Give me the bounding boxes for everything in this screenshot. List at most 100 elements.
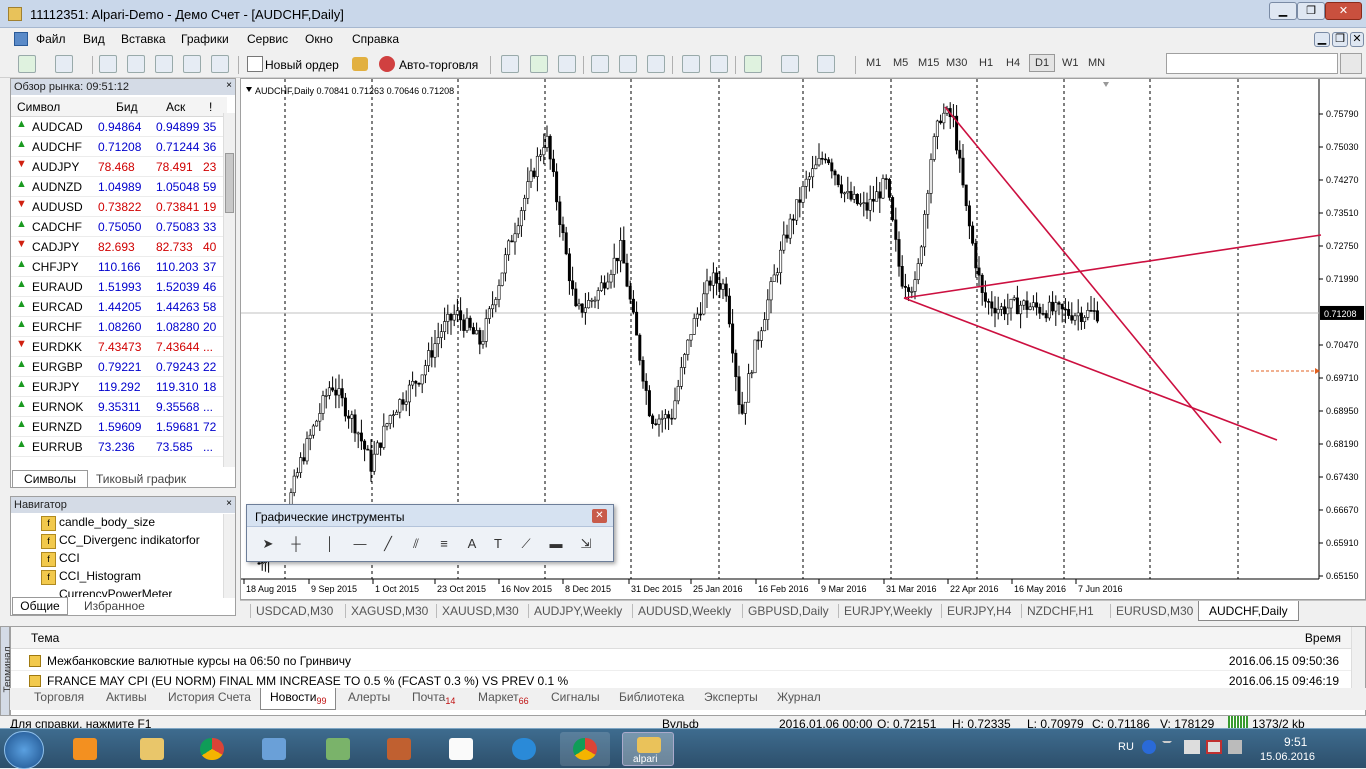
mdi-minimize-button[interactable]: ▁ xyxy=(1314,32,1330,47)
terminal-icon[interactable] xyxy=(183,55,201,73)
market-watch-row[interactable]: ▲ AUDCHF 0.71208 0.71244 36 xyxy=(11,137,227,157)
horizontal-line-icon[interactable]: — xyxy=(349,533,371,555)
market-watch-row[interactable]: ▲ CADCHF 0.75050 0.75083 33 xyxy=(11,217,227,237)
chart-tab[interactable]: USDCAD,M30 xyxy=(256,604,333,618)
new-chart-icon[interactable] xyxy=(18,55,36,73)
clock-time[interactable]: 9:51 xyxy=(1284,735,1307,749)
terminal-tab[interactable]: Алерты xyxy=(348,690,390,704)
chart-tab[interactable]: EURUSD,M30 xyxy=(1116,604,1193,618)
timeframe-h1[interactable]: H1 xyxy=(979,57,993,69)
terminal-tab[interactable]: Библиотека xyxy=(619,690,684,704)
navigator-item[interactable]: f candle_body_size xyxy=(41,515,155,533)
zoom-out-icon[interactable] xyxy=(619,55,637,73)
market-watch-row[interactable]: ▼ EURDKK 7.43473 7.43644... xyxy=(11,337,227,357)
market-watch-row[interactable]: ▲ EURRUB 73.236 73.585... xyxy=(11,437,227,457)
market-watch-row[interactable]: ▲ EURAUD 1.51993 1.52039 46 xyxy=(11,277,227,297)
clock-date[interactable]: 15.06.2016 xyxy=(1260,751,1315,763)
menu-window[interactable]: Окно xyxy=(305,32,333,46)
timeframe-m15[interactable]: M15 xyxy=(918,57,939,69)
close-icon[interactable]: × xyxy=(226,80,232,91)
market-watch-row[interactable]: ▲ EURCAD 1.44205 1.44263 58 xyxy=(11,297,227,317)
taskbar-control-panel[interactable] xyxy=(249,732,299,766)
market-watch-row[interactable]: ▲ AUDCAD 0.94864 0.94899 35 xyxy=(11,117,227,137)
tab-tick-chart[interactable]: Тиковый график xyxy=(96,471,186,487)
navigator-item[interactable]: f CC_Divergenc indikatorfor xyxy=(41,533,200,551)
taskbar-people[interactable] xyxy=(313,732,363,766)
status-profile[interactable]: Вульф xyxy=(662,717,699,728)
chart-tab[interactable]: XAGUSD,M30 xyxy=(351,604,428,618)
timeframe-h4[interactable]: H4 xyxy=(1006,57,1020,69)
minimize-button[interactable]: ▁ xyxy=(1269,2,1297,20)
chart-tab[interactable]: AUDJPY,Weekly xyxy=(534,604,622,618)
taskbar-alpari[interactable]: alpari xyxy=(622,732,674,766)
close-icon[interactable]: ✕ xyxy=(592,509,607,523)
rectangle-icon[interactable]: ▬ xyxy=(545,533,567,555)
line-chart-icon[interactable] xyxy=(558,55,576,73)
templates-icon[interactable] xyxy=(817,55,835,73)
text-label-icon[interactable]: T xyxy=(487,533,509,555)
market-watch-row[interactable]: ▲ EURNOK 9.35311 9.35568... xyxy=(11,397,227,417)
navigator-scrollbar[interactable] xyxy=(223,514,235,598)
mdi-restore-button[interactable]: ❐ xyxy=(1332,32,1348,47)
indicators-icon[interactable] xyxy=(744,55,762,73)
arrows-dropdown-icon[interactable]: ⇲ xyxy=(575,533,597,555)
timeframe-m30[interactable]: M30 xyxy=(946,57,967,69)
chart-shift-icon[interactable] xyxy=(710,55,728,73)
market-watch-row[interactable]: ▲ CHFJPY 110.166 110.203 37 xyxy=(11,257,227,277)
close-button[interactable]: ✕ xyxy=(1325,2,1362,20)
navigator-item[interactable]: fCurrencyPowerMeter xyxy=(59,587,172,597)
terminal-tab[interactable]: Активы xyxy=(106,690,147,704)
periods-icon[interactable] xyxy=(781,55,799,73)
col-symbol[interactable]: Символ xyxy=(17,100,60,114)
cursor-icon[interactable]: ➤ xyxy=(257,533,279,555)
market-watch-row[interactable]: ▲ EURCHF 1.08260 1.08280 20 xyxy=(11,317,227,337)
language-indicator[interactable]: RU xyxy=(1118,741,1134,753)
speaker-icon[interactable] xyxy=(1228,740,1242,754)
menu-help[interactable]: Справка xyxy=(352,32,399,46)
bar-chart-icon[interactable] xyxy=(501,55,519,73)
terminal-scrollbar[interactable] xyxy=(1351,627,1365,689)
menu-tools[interactable]: Сервис xyxy=(247,32,288,46)
taskbar-chrome-active[interactable] xyxy=(560,732,610,766)
autoscroll-icon[interactable] xyxy=(682,55,700,73)
profiles-icon[interactable] xyxy=(55,55,73,73)
zoom-in-icon[interactable] xyxy=(591,55,609,73)
network-icon[interactable] xyxy=(1184,740,1200,754)
taskbar-ie[interactable] xyxy=(499,732,549,766)
chart-tab[interactable]: AUDCHF,Daily xyxy=(1198,601,1299,621)
fibonacci-icon[interactable]: ≡ xyxy=(433,533,455,555)
new-order-button[interactable]: Новый ордер xyxy=(264,55,340,75)
timeframe-m1[interactable]: M1 xyxy=(866,57,881,69)
news-row[interactable]: Межбанковские валютные курсы на 06:50 по… xyxy=(11,651,1351,671)
market-watch-row[interactable]: ▲ EURJPY 119.292 119.310 18 xyxy=(11,377,227,397)
fibo-fan-icon[interactable]: ⟋ xyxy=(515,533,537,555)
terminal-tab[interactable]: Журнал xyxy=(777,690,821,704)
navigator-item[interactable]: f CCI xyxy=(41,551,80,569)
terminal-tab[interactable]: Почта14 xyxy=(412,690,455,706)
col-time[interactable]: Время xyxy=(1305,631,1341,645)
chart-tab[interactable]: AUDUSD,Weekly xyxy=(638,604,731,618)
market-watch-scrollbar[interactable] xyxy=(223,113,235,467)
terminal-tab[interactable]: Эксперты xyxy=(704,690,758,704)
tile-windows-icon[interactable] xyxy=(647,55,665,73)
chart-tab[interactable]: EURJPY,Weekly xyxy=(844,604,932,618)
timeframe-d1[interactable]: D1 xyxy=(1029,54,1056,72)
taskbar-media-player[interactable] xyxy=(60,732,110,766)
start-button[interactable] xyxy=(4,731,44,769)
strategy-tester-icon[interactable] xyxy=(211,55,229,73)
taskbar-volume[interactable] xyxy=(374,732,424,766)
candlestick-icon[interactable] xyxy=(530,55,548,73)
menu-file[interactable]: Файл xyxy=(36,32,66,46)
help-icon[interactable] xyxy=(1142,740,1156,754)
market-watch-row[interactable]: ▲ AUDNZD 1.04989 1.05048 59 xyxy=(11,177,227,197)
terminal-tab[interactable]: История Счета xyxy=(168,690,251,704)
col-ask[interactable]: Аск xyxy=(166,100,185,114)
text-icon[interactable]: A xyxy=(461,533,483,555)
autotrading-button[interactable]: Авто-торговля xyxy=(398,55,479,75)
terminal-tab[interactable]: Торговля xyxy=(34,690,84,704)
taskbar-chrome[interactable] xyxy=(187,732,237,766)
terminal-tab[interactable]: Маркет66 xyxy=(478,690,529,706)
close-icon[interactable]: × xyxy=(226,498,232,509)
mdi-close-button[interactable]: ✕ xyxy=(1350,32,1364,47)
chart-window-icon[interactable] xyxy=(14,32,28,46)
